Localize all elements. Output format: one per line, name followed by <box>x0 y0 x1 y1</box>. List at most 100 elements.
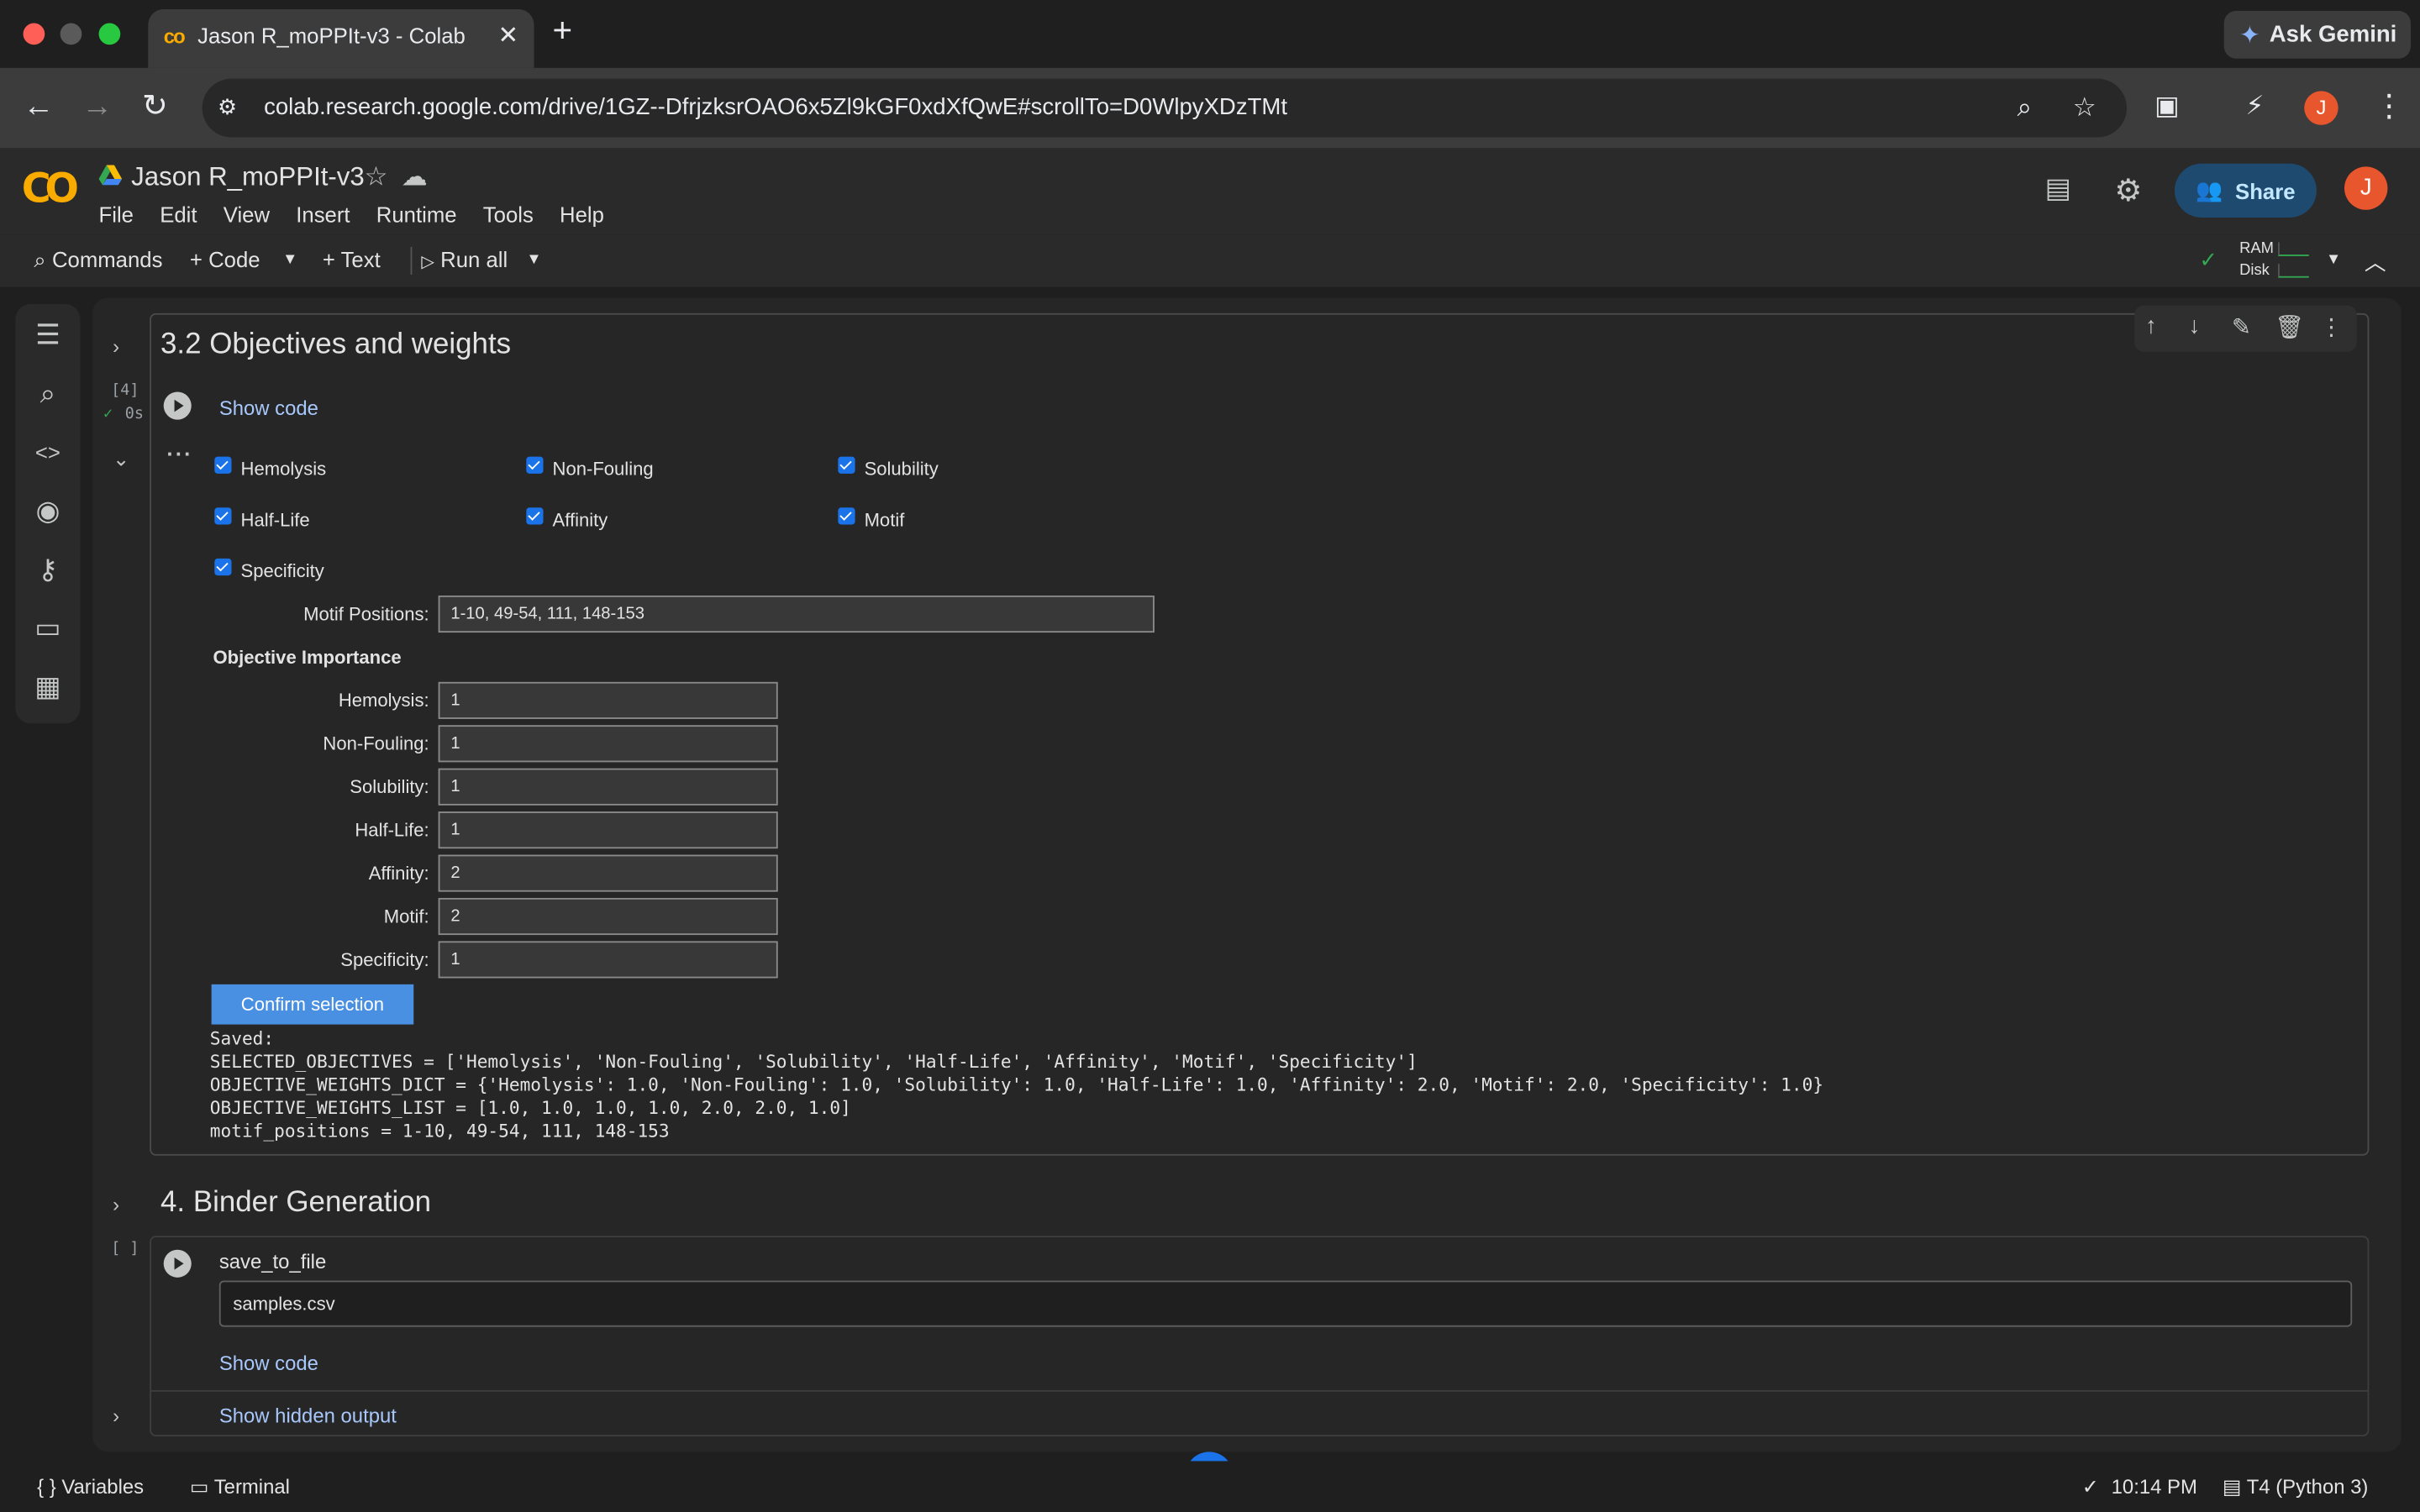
show-code-link[interactable]: Show code <box>219 1352 318 1375</box>
cell-output: Saved: SELECTED_OBJECTIVES = ['Hemolysis'… <box>210 1027 1823 1143</box>
checkbox-label: Affinity <box>552 509 608 531</box>
runtime-status[interactable]: ▤ T4 (Python 3) <box>2223 1475 2368 1499</box>
menu-insert[interactable]: Insert <box>296 202 350 227</box>
weight-input-hemolysis[interactable]: 1 <box>438 681 778 719</box>
notebook-title[interactable]: Jason R_moPPIt-v3 <box>131 162 365 193</box>
share-label: Share <box>2235 178 2296 203</box>
run-all-button[interactable]: ▷ Run all <box>421 247 508 271</box>
weight-input-affinity[interactable]: 2 <box>438 854 778 892</box>
minimize-window-button[interactable] <box>60 23 82 45</box>
status-time[interactable]: 10:14 PM <box>2112 1475 2197 1499</box>
output-line: Saved: <box>209 1027 275 1049</box>
checkbox-motif[interactable] <box>838 507 855 525</box>
share-button[interactable]: 👥 Share <box>2174 163 2317 218</box>
profile-avatar[interactable]: J <box>2304 91 2338 125</box>
execution-time: 0s <box>124 406 144 423</box>
add-text-button[interactable]: + Text <box>323 247 381 271</box>
weight-input-motif[interactable]: 2 <box>438 897 778 936</box>
output-expand-chevron-icon[interactable]: › <box>113 1404 119 1427</box>
back-arrow-icon[interactable]: ← <box>24 90 55 123</box>
colab-logo-icon[interactable]: CO <box>22 166 79 213</box>
weight-label: Non-Fouling: <box>323 732 429 755</box>
close-window-button[interactable] <box>23 23 45 45</box>
comment-icon[interactable]: ▤ <box>2045 173 2071 206</box>
weight-input-non-fouling[interactable]: 1 <box>438 725 778 763</box>
add-code-button[interactable]: + Code <box>190 247 260 271</box>
run-cell-button[interactable] <box>163 391 192 420</box>
reload-icon[interactable]: ↻ <box>142 90 168 123</box>
avatar[interactable]: J <box>2344 166 2388 210</box>
save-to-file-input[interactable]: samples.csv <box>218 1280 2353 1327</box>
notebook-area: › 3.2 Objectives and weights ↑ ↓ ✎ 🗑 ⋮ [… <box>92 297 2402 1452</box>
new-tab-button[interactable]: + <box>553 13 573 48</box>
site-settings-icon[interactable]: ⚙ <box>218 94 237 120</box>
objective-importance-heading: Objective Importance <box>213 646 402 669</box>
checkbox-specificity[interactable] <box>214 558 232 576</box>
gemini-spark-icon: ✦ <box>2239 22 2260 49</box>
maximize-window-button[interactable] <box>98 23 121 45</box>
checkbox-solubility[interactable] <box>838 456 855 474</box>
checkbox-hemolysis[interactable] <box>214 456 232 474</box>
move-up-arrow-icon[interactable]: ↑ <box>2145 313 2157 339</box>
section-collapse-chevron-icon[interactable]: › <box>113 335 119 359</box>
code-cell[interactable] <box>150 1236 2370 1437</box>
confirm-selection-button[interactable]: Confirm selection <box>211 984 414 1025</box>
run-all-dropdown-icon[interactable]: ▼ <box>526 251 541 268</box>
cast-icon[interactable]: ▣ <box>2154 90 2180 123</box>
run-cell-button[interactable] <box>163 1249 192 1278</box>
menu-tools[interactable]: Tools <box>483 202 534 227</box>
menu-edit[interactable]: Edit <box>160 202 197 227</box>
menu-runtime[interactable]: Runtime <box>376 202 457 227</box>
files-folder-icon[interactable]: ▭ <box>31 611 65 644</box>
code-snippets-icon[interactable]: <> <box>31 435 65 469</box>
section-collapse-chevron-icon[interactable]: › <box>113 1193 119 1216</box>
execution-count: [ ] <box>111 1240 139 1257</box>
extension-icon[interactable]: ⚡ <box>2245 90 2264 123</box>
output-collapse-chevron-icon[interactable]: ⌄ <box>113 448 129 472</box>
checkbox-affinity[interactable] <box>526 507 544 525</box>
checkbox-label: Half-Life <box>240 509 310 531</box>
output-actions-icon[interactable]: ··· <box>166 441 192 465</box>
more-vert-icon[interactable]: ⋮ <box>2320 313 2344 341</box>
code-dropdown-icon[interactable]: ▼ <box>282 251 297 268</box>
key-icon[interactable]: ⚷ <box>31 553 65 586</box>
browser-tab[interactable]: co Jason R_moPPIt-v3 - Colab ✕ <box>148 9 534 68</box>
edit-pencil-icon[interactable]: ✎ <box>2232 313 2251 341</box>
show-hidden-output-link[interactable]: Show hidden output <box>219 1404 397 1427</box>
move-down-arrow-icon[interactable]: ↓ <box>2188 313 2200 339</box>
data-table-icon[interactable]: ▦ <box>31 669 65 703</box>
checkbox-non-fouling[interactable] <box>526 456 544 474</box>
run-all-label: Run all <box>440 246 508 272</box>
terminal-button[interactable]: ▭ Terminal <box>190 1475 290 1499</box>
show-code-link[interactable]: Show code <box>219 396 318 420</box>
menu-file[interactable]: File <box>99 202 134 227</box>
delete-trash-icon[interactable]: 🗑 <box>2275 313 2304 341</box>
close-icon[interactable]: ✕ <box>498 20 519 51</box>
checkbox-half-life[interactable] <box>214 507 232 525</box>
weight-input-solubility[interactable]: 1 <box>438 768 778 806</box>
weight-input-specificity[interactable]: 1 <box>438 941 778 979</box>
table-of-contents-icon[interactable]: ☰ <box>31 318 65 351</box>
star-icon[interactable]: ☆ <box>364 162 387 193</box>
resource-monitor[interactable]: RAM Disk <box>2239 239 2274 282</box>
runtime-dropdown-icon[interactable]: ▼ <box>2326 251 2341 268</box>
ask-gemini-button[interactable]: ✦ Ask Gemini <box>2223 10 2411 59</box>
secrets-eye-icon[interactable]: ◉ <box>31 494 65 528</box>
forward-arrow-icon[interactable]: → <box>82 90 113 123</box>
find-replace-icon[interactable]: ⌕ <box>31 376 65 410</box>
weight-input-half-life[interactable]: 1 <box>438 811 778 849</box>
motif-positions-input[interactable]: 1-10, 49-54, 111, 148-153 <box>438 595 1155 633</box>
share-people-icon: 👥 <box>2196 177 2223 202</box>
settings-gear-icon[interactable]: ⚙ <box>2114 171 2142 210</box>
bookmark-star-icon[interactable]: ☆ <box>2073 92 2096 123</box>
commands-button[interactable]: ⌕ Commands <box>34 247 162 273</box>
menu-help[interactable]: Help <box>560 202 604 227</box>
zoom-icon[interactable]: ⌕ <box>2018 92 2033 123</box>
ask-gemini-label: Ask Gemini <box>2269 21 2397 48</box>
cloud-saved-icon[interactable]: ☁ <box>402 162 428 193</box>
collapse-header-icon[interactable]: ︿ <box>2365 247 2386 278</box>
address-bar[interactable]: ⚙ colab.research.google.com/drive/1GZ--D… <box>202 78 2128 138</box>
variables-button[interactable]: { } Variables <box>37 1475 144 1499</box>
menu-view[interactable]: View <box>224 202 270 227</box>
more-vert-icon[interactable]: ⋮ <box>2374 90 2405 123</box>
